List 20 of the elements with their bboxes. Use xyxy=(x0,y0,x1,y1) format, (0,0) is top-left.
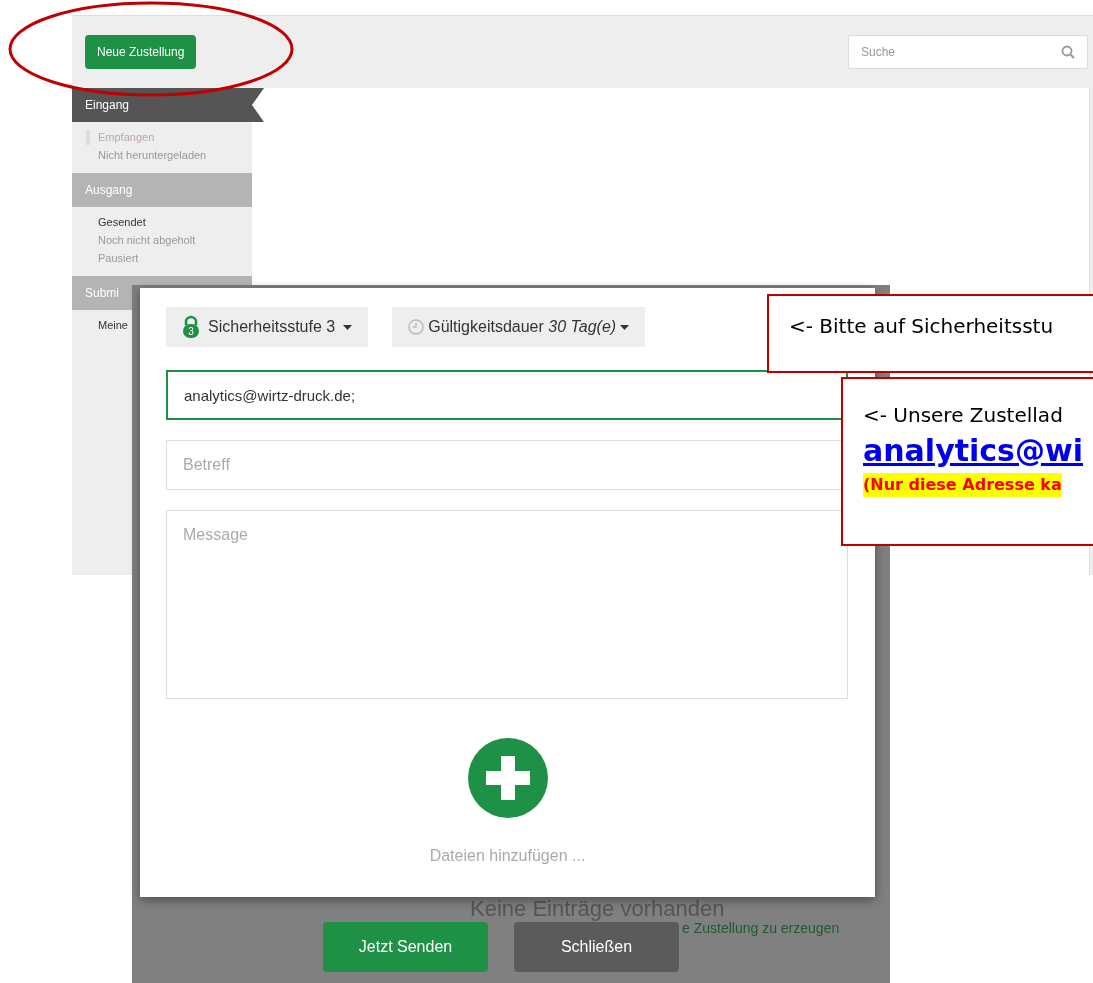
email-link[interactable]: analytics@wi xyxy=(863,431,1083,471)
search-icon xyxy=(1061,45,1075,59)
sidebar-section-header[interactable]: Eingang xyxy=(72,88,264,122)
warning-text: (Nur diese Adresse ka xyxy=(863,473,1062,497)
message-field[interactable]: Message xyxy=(166,510,848,699)
empty-state-hint: e Zustellung zu erzeugen xyxy=(682,919,840,938)
validity-dropdown[interactable]: Gültigkeitsdauer 30 Tag(e) xyxy=(392,307,646,347)
search-field[interactable]: Suche xyxy=(848,35,1088,69)
caret-icon xyxy=(343,324,353,330)
clock-icon xyxy=(408,319,425,335)
add-files-icon[interactable] xyxy=(467,738,548,818)
send-button[interactable]: Jetzt Senden xyxy=(323,922,488,972)
close-button[interactable]: Schließen xyxy=(514,922,679,972)
security-level-dropdown[interactable]: 3 Sicherheitsstufe 3 xyxy=(166,307,369,347)
callout-text: <- Bitte auf Sicherheitsstu xyxy=(789,313,1054,340)
new-delivery-button[interactable]: Neue Zustellung xyxy=(85,35,197,69)
add-files-label: Dateien hinzufügen ... xyxy=(429,846,586,866)
callout-text: <- Unsere Zustellad xyxy=(863,402,1063,429)
sidebar-item[interactable]: Gesendet xyxy=(98,215,226,230)
caret-icon xyxy=(620,324,630,330)
